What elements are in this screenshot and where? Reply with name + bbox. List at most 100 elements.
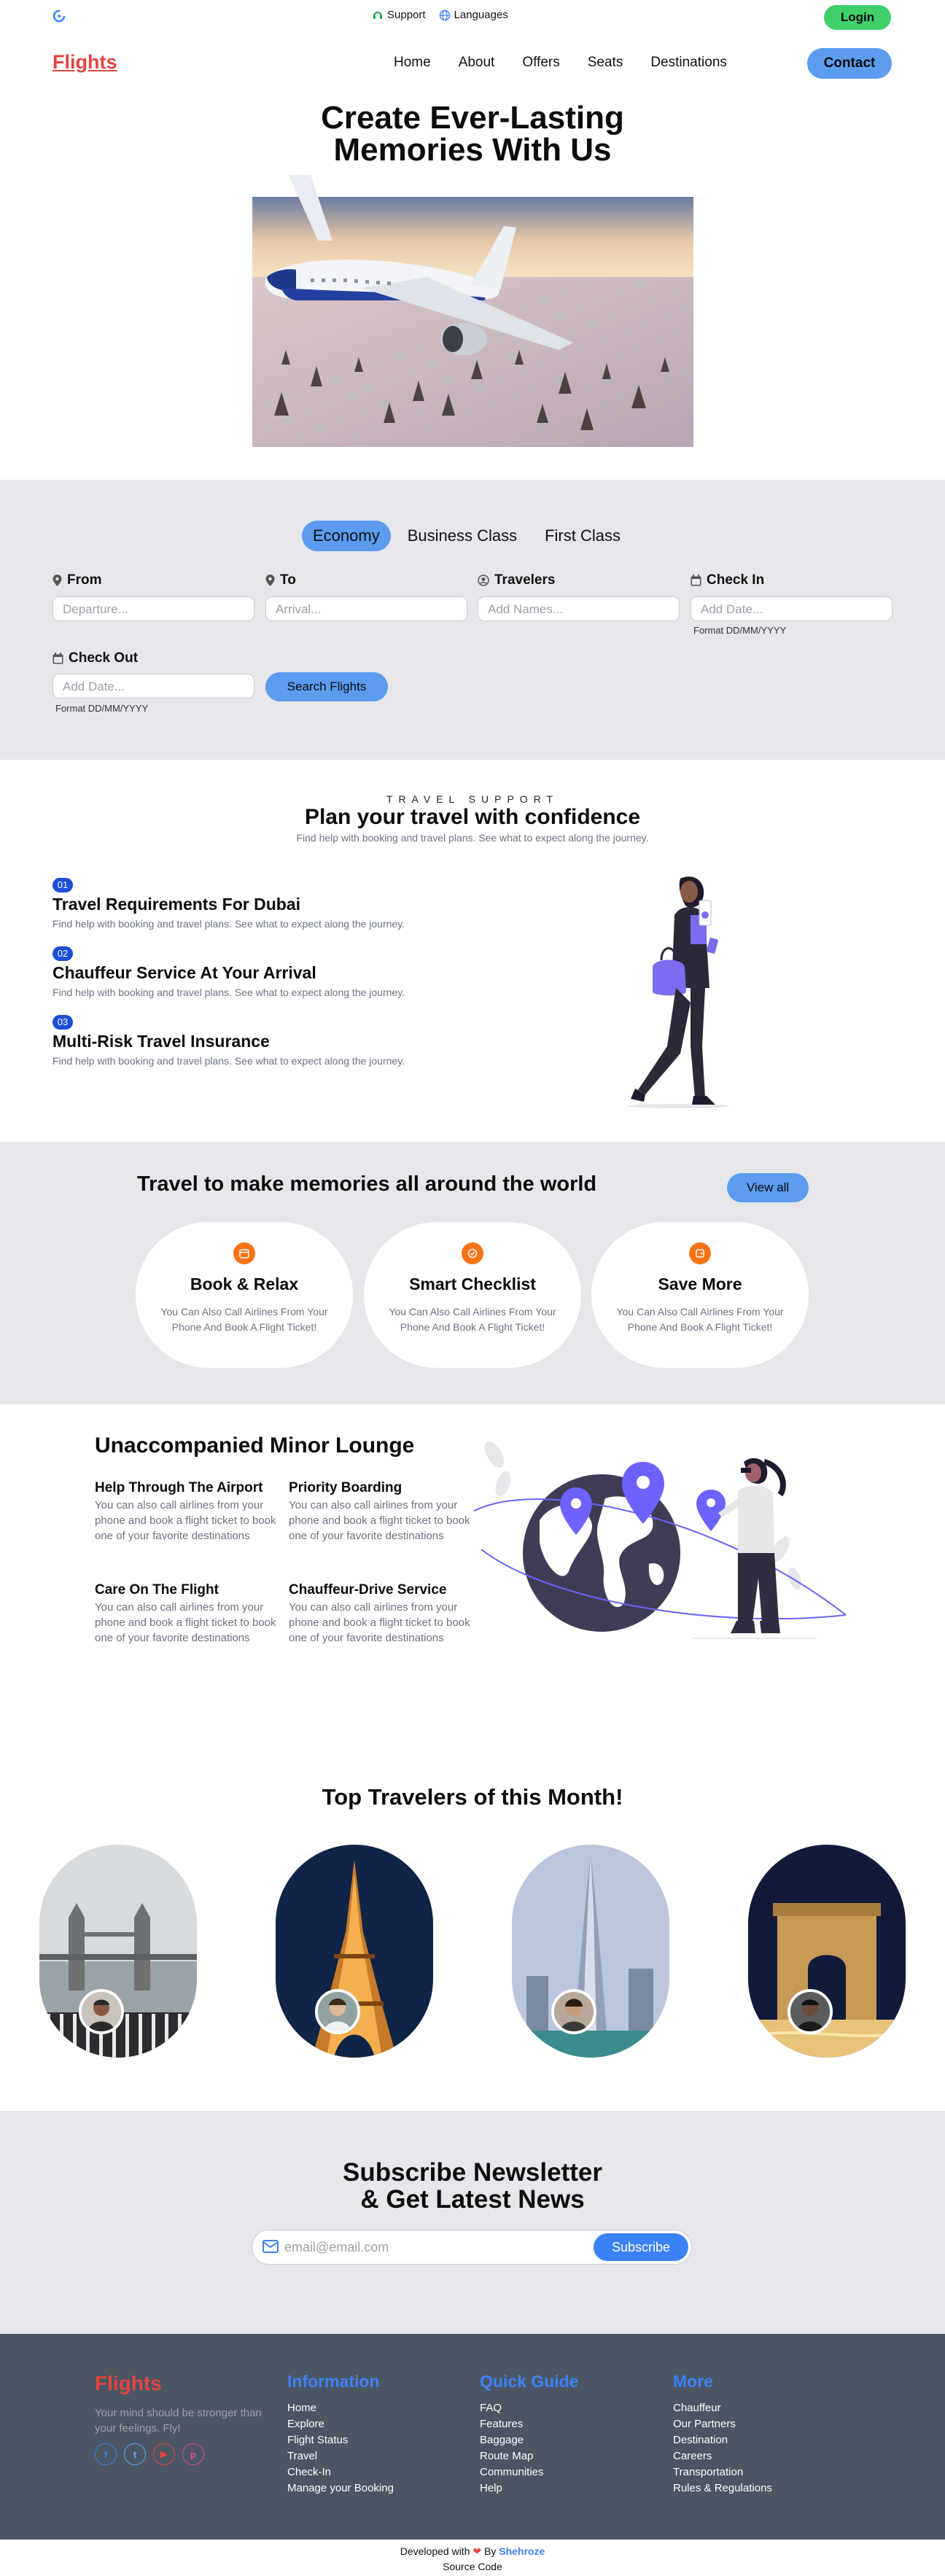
class-tabs: Economy Business Class First Class (302, 521, 637, 551)
lounge-item-text: You can also call airlines from your pho… (289, 1499, 470, 1542)
globe-icon (439, 9, 450, 20)
support-item[interactable]: 01 Travel Requirements For Dubai Find he… (52, 878, 563, 930)
from-input[interactable]: Departure... (52, 596, 254, 621)
nav-item-home[interactable]: Home (394, 55, 431, 71)
nav-item-destinations[interactable]: Destinations (650, 55, 727, 71)
tab-business-class[interactable]: Business Class (397, 521, 528, 551)
footer-link[interactable]: Rules & Regulations (673, 2480, 772, 2497)
globe-woman-illustration (474, 1433, 853, 1710)
newsletter-section: Subscribe Newsletter & Get Latest News e… (0, 2111, 945, 2334)
author-link[interactable]: Shehroze (499, 2545, 545, 2557)
feature-card-title: Book & Relax (190, 1275, 299, 1293)
lounge-item: Care On The Flight You can also call air… (95, 1582, 288, 1646)
footer-link[interactable]: Baggage (480, 2432, 578, 2448)
feature-card[interactable]: Book & Relax You Can Also Call Airlines … (136, 1222, 353, 1368)
wallet-icon (689, 1242, 711, 1264)
feature-card-title: Smart Checklist (409, 1275, 536, 1293)
footer-link[interactable]: Communities (480, 2464, 578, 2480)
nav-item-about[interactable]: About (459, 55, 495, 71)
footer-link[interactable]: Manage your Booking (287, 2480, 394, 2497)
feature-card[interactable]: Save More You Can Also Call Airlines Fro… (591, 1222, 809, 1368)
traveler-avatar (551, 1989, 596, 2034)
support-item-number: 03 (52, 1015, 73, 1030)
calendar-icon (52, 653, 63, 664)
support-item[interactable]: 03 Multi-Risk Travel Insurance Find help… (52, 1015, 563, 1067)
footer-link[interactable]: Features (480, 2416, 578, 2432)
to-label-text: To (280, 572, 296, 588)
from-label-text: From (67, 572, 102, 588)
feature-card-title: Save More (658, 1275, 742, 1293)
support-item[interactable]: 02 Chauffeur Service At Your Arrival Fin… (52, 946, 563, 998)
feature-card[interactable]: Smart Checklist You Can Also Call Airlin… (364, 1222, 581, 1368)
tab-economy[interactable]: Economy (302, 521, 391, 551)
traveler-card-paris[interactable] (276, 1845, 433, 2058)
subscribe-button[interactable]: Subscribe (594, 2233, 688, 2261)
login-button[interactable]: Login (824, 5, 891, 30)
travelers-input[interactable]: Add Names... (478, 596, 680, 621)
footer-link[interactable]: Transportation (673, 2464, 772, 2480)
brand-logo[interactable]: Flights (52, 51, 117, 74)
bottom-bar: Developed with ❤ By Shehroze Source Code (0, 2540, 945, 2576)
footer-link[interactable]: Check-In (287, 2464, 394, 2480)
tab-first-class[interactable]: First Class (534, 521, 631, 551)
facebook-icon[interactable]: f (95, 2443, 117, 2465)
hero-title-line2: Memories With Us (333, 132, 612, 168)
memories-section: Travel to make memories all around the w… (0, 1142, 945, 1404)
nav-item-seats[interactable]: Seats (588, 55, 623, 71)
footer-link[interactable]: Route Map (480, 2448, 578, 2464)
calendar-icon (233, 1242, 255, 1264)
to-label: To (265, 572, 296, 588)
social-links: f t ▶ p (95, 2443, 204, 2465)
headset-icon (373, 11, 382, 19)
to-input[interactable]: Arrival... (265, 596, 467, 621)
lounge-item-text: You can also call airlines from your pho… (95, 1499, 276, 1542)
footer-link[interactable]: Flight Status (287, 2432, 394, 2448)
checkout-label-text: Check Out (69, 650, 139, 666)
checkin-input[interactable]: Add Date... (691, 596, 892, 621)
check-circle-icon (462, 1242, 483, 1264)
support-item-text: Find help with booking and travel plans.… (52, 918, 405, 930)
checkout-label: Check Out (52, 650, 138, 666)
languages-link[interactable]: Languages (439, 9, 508, 21)
footer-link[interactable]: Travel (287, 2448, 394, 2464)
traveler-card-dubai[interactable] (512, 1845, 669, 2058)
travelers-title: Top Travelers of this Month! (322, 1784, 623, 1810)
traveler-card-london[interactable] (39, 1845, 197, 2058)
support-item-number: 02 (52, 946, 73, 961)
source-code-link[interactable]: Source Code (0, 2559, 945, 2575)
newsletter-title-line2: & Get Latest News (360, 2185, 585, 2214)
hero-title-line1: Create Ever-Lasting (321, 100, 624, 136)
checkout-input[interactable]: Add Date... (52, 674, 254, 699)
footer-link[interactable]: Our Partners (673, 2416, 772, 2432)
youtube-icon[interactable]: ▶ (153, 2443, 175, 2465)
checkin-label-text: Check In (707, 572, 765, 588)
support-item-text: Find help with booking and travel plans.… (52, 1055, 405, 1067)
support-item-title: Chauffeur Service At Your Arrival (52, 963, 316, 982)
support-item-number: 01 (52, 878, 73, 892)
view-all-button[interactable]: View all (727, 1173, 809, 1202)
footer-link[interactable]: Explore (287, 2416, 394, 2432)
footer-link[interactable]: Chauffeur (673, 2400, 772, 2416)
contact-button[interactable]: Contact (807, 48, 892, 79)
booking-section: Economy Business Class First Class From … (0, 480, 945, 760)
footer-link[interactable]: FAQ (480, 2400, 578, 2416)
hero-title: Create Ever-Lasting Memories With Us (0, 102, 945, 166)
footer-link[interactable]: Home (287, 2400, 394, 2416)
memories-title: Travel to make memories all around the w… (137, 1172, 597, 1196)
twitter-icon[interactable]: t (124, 2443, 146, 2465)
logo-icon[interactable] (51, 8, 67, 24)
footer-brand[interactable]: Flights (95, 2372, 162, 2395)
footer-link[interactable]: Help (480, 2480, 578, 2497)
search-flights-button[interactable]: Search Flights (265, 672, 388, 701)
email-input[interactable]: email@email.com (284, 2240, 389, 2255)
pinterest-icon[interactable]: p (182, 2443, 204, 2465)
footer-link[interactable]: Careers (673, 2448, 772, 2464)
lounge-item: Chauffeur-Drive Service You can also cal… (289, 1582, 482, 1646)
mail-icon (262, 2240, 279, 2253)
support-link[interactable]: Support (372, 9, 426, 21)
hero-airplane-image (252, 175, 693, 447)
lounge-item-text: You can also call airlines from your pho… (95, 1601, 276, 1644)
nav-item-offers[interactable]: Offers (522, 55, 559, 71)
traveler-card-arc[interactable] (748, 1845, 906, 2058)
footer-link[interactable]: Destination (673, 2432, 772, 2448)
